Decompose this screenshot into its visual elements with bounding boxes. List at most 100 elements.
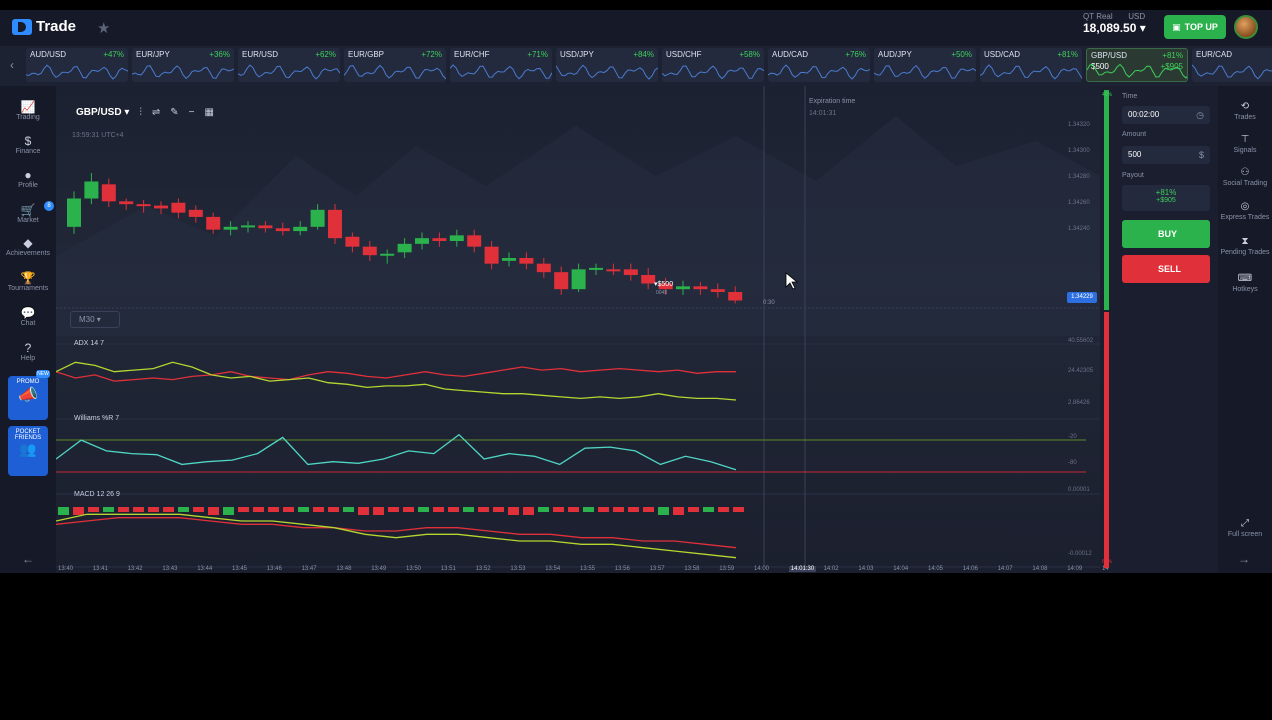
letterbox-bottom [0,573,1272,720]
asset-name: USD/JPY [560,50,594,59]
timeframe-selector[interactable]: M30 ▾ [70,311,120,328]
asset-tile[interactable]: AUD/CAD +76% [768,48,870,82]
pair-selector[interactable]: GBP/USD ▾ [76,107,129,118]
sidebar-item-market[interactable]: 🛒 Market 8 [0,201,56,224]
asset-name: GBP/USD [1091,51,1128,60]
asset-payout: +47% [103,50,124,59]
candle-body [310,209,325,227]
asset-name: USD/CAD [984,50,1021,59]
draw-icon[interactable]: ✎ [170,107,178,118]
asset-tile[interactable]: EUR/CAD [1192,48,1272,82]
layout-grid-icon[interactable]: ▦ [205,107,214,118]
arrow-right-icon[interactable]: → [1238,552,1250,566]
wallet-icon: ▣ [1172,21,1181,32]
adx-label[interactable]: ADX 14 7 [74,340,104,347]
promo-badge: NEW [36,370,50,378]
promo-button[interactable]: PROMO 📣 [8,376,48,420]
buy-button[interactable]: BUY [1122,220,1210,248]
logo[interactable]: Trade [12,18,76,35]
sidebar-item-trading[interactable]: 📈 Trading [0,100,56,121]
minus-icon[interactable]: − [189,107,195,118]
pocket-friends-button[interactable]: POCKET FRIENDS 👥 [8,426,48,476]
avatar[interactable] [1234,15,1258,39]
sidebar-item-achievements[interactable]: ◆ Achievements [0,236,56,257]
arrow-left-icon[interactable]: ← [22,552,34,566]
time-axis-label: 13:58 [684,566,700,572]
indicator-axis-label: -80 [1068,460,1077,466]
candle-body [119,201,134,205]
sell-button[interactable]: SELL [1122,255,1210,283]
friends-icon: 👥 [19,441,37,457]
time-axis-label: 14:02 [823,566,839,572]
asset-name: EUR/GBP [348,50,385,59]
indicators-icon[interactable]: ⇌ [152,107,160,118]
asset-tile[interactable]: AUD/JPY +50% [874,48,976,82]
asset-tile[interactable]: GBP/USD +81% $500 +$905 [1086,48,1188,82]
amount-field[interactable]: 500 $ [1122,146,1210,164]
sidebar-item-tournaments[interactable]: 🏆 Tournaments [0,271,56,292]
asset-tile[interactable]: EUR/GBP +72% [344,48,446,82]
asset-tile[interactable]: USD/CHF +58% [662,48,764,82]
right-item-trades[interactable]: ⟲ Trades [1218,100,1272,122]
time-axis-label: 13:44 [197,566,213,572]
macd-histogram-bar [718,507,729,512]
favorite-star-icon[interactable]: ★ [97,19,110,37]
time-axis-label: 13:56 [614,566,630,572]
macd-histogram-bar [313,507,324,512]
currency: USD [1128,12,1146,21]
right-item-express-trades[interactable]: ◎ Express Trades [1218,200,1272,222]
sidebar-item-profile[interactable]: ● Profile [0,168,56,189]
asset-tile[interactable]: EUR/CHF +71% [450,48,552,82]
asset-tile[interactable]: USD/JPY +84% [556,48,658,82]
trade-marker-amount: ▾$500 [654,281,673,288]
account-balance[interactable]: QT Real USD 18,089.50 ▾ [1083,12,1146,35]
candle-body [206,216,221,230]
asset-tile[interactable]: USD/CAD +81% [980,48,1082,82]
chevron-left-icon[interactable]: ‹ [10,58,14,72]
sidebar-item-finance[interactable]: $ Finance [0,134,56,155]
chart-area[interactable]: ▾$500 0048 0:30 [56,86,1100,573]
price-axis-label: 1.34300 [1068,148,1090,154]
candle-body [101,184,116,202]
macd-histogram-bar [73,507,84,515]
macd-label[interactable]: MACD 12 26 9 [74,491,120,498]
time-field[interactable]: 00:02:00 ◷ [1122,106,1210,124]
asset-tile[interactable]: EUR/USD +62% [238,48,340,82]
macd-histogram-bar [613,507,624,512]
time-axis-label: 13:45 [232,566,248,572]
top-up-button[interactable]: ▣ TOP UP [1164,15,1226,39]
candle-body [554,272,569,290]
history-icon: ⟲ [1240,101,1250,112]
asset-payout: +36% [209,50,230,59]
timeframe-icon[interactable]: ⫶ [139,107,142,118]
payout-percent: +81% [1155,188,1177,197]
sidebar-item-help[interactable]: ? Help [0,341,56,362]
indicator-axis-label: 24.42305 [1068,368,1094,374]
asset-name: EUR/CAD [1196,50,1233,59]
candle-body [171,202,186,213]
chart-canvas[interactable]: ▾$500 0048 0:30 [56,86,1100,573]
macd-histogram-bar [493,507,504,512]
macd-histogram-bar [508,507,519,515]
candle-body [380,253,395,256]
right-item-signals[interactable]: ⊤ Signals [1218,133,1272,155]
asset-sparkline [980,64,1082,80]
time-axis-label: 13:52 [475,566,491,572]
asset-payout: +62% [315,50,336,59]
asset-sparkline [344,64,446,80]
right-item-social-trading[interactable]: ⚇ Social Trading [1218,166,1272,188]
time-axis-label: 14:06 [962,566,978,572]
candle-body [136,204,151,207]
signal-icon: ⊤ [1240,134,1250,145]
time-axis-label: 13:51 [440,566,456,572]
macd-histogram-bar [118,507,129,512]
sidebar-item-chat[interactable]: 💬 Chat [0,306,56,327]
right-item-hotkeys[interactable]: ⌨ Hotkeys [1218,272,1272,294]
asset-tile[interactable]: EUR/JPY +36% [132,48,234,82]
asset-payout: +81% [1057,50,1078,59]
williams-label[interactable]: Williams %R 7 [74,415,119,422]
right-item-pending-trades[interactable]: ⧗ Pending Trades [1218,235,1272,257]
fullscreen-button[interactable]: ⤢ Full screen [1218,517,1272,539]
asset-tile[interactable]: AUD/USD +47% [26,48,128,82]
macd-histogram-bar [628,507,639,512]
